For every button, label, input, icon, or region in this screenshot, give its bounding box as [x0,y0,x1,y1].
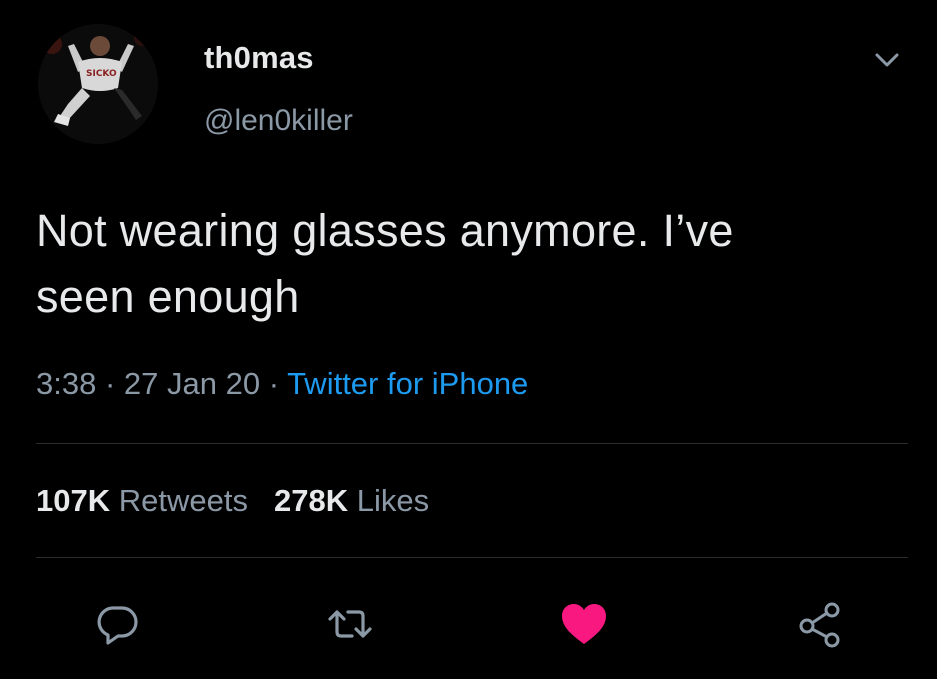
tweet-text: Not wearing glasses anymore. I’ve seen e… [36,198,916,330]
avatar[interactable]: SICKO [38,24,158,144]
user-handle[interactable]: @len0killer [204,104,353,138]
tweet-text-line: seen enough [36,271,300,322]
share-icon [799,602,840,648]
retweet-button[interactable] [326,600,374,648]
reply-icon [97,606,138,645]
retweets-stat[interactable]: 107K Retweets [36,483,248,518]
retweets-count: 107K [36,483,111,518]
tweet-text-line: Not wearing glasses anymore. I’ve [36,205,734,256]
chevron-down-icon[interactable] [872,48,902,72]
reply-button[interactable] [94,600,142,648]
divider [36,557,908,558]
meta-separator: · [96,366,124,401]
share-button[interactable] [796,600,844,648]
retweet-icon [328,610,372,638]
likes-stat[interactable]: 278K Likes [274,483,429,518]
meta-separator: · [260,366,288,401]
avatar-image: SICKO [38,24,158,144]
retweets-label: Retweets [118,483,248,518]
tweet-time[interactable]: 3:38 [36,366,96,401]
tweet-stats: 107K Retweets 278K Likes [36,483,429,519]
like-button[interactable] [560,600,608,648]
tweet-meta: 3:38 · 27 Jan 20 · Twitter for iPhone [36,366,528,402]
likes-label: Likes [356,483,430,518]
svg-text:SICKO: SICKO [86,69,117,79]
tweet-card: SICKO th0mas @len0killer Not wearing gla… [0,0,937,679]
divider [36,443,908,444]
display-name[interactable]: th0mas [204,40,314,76]
tweet-source-link[interactable]: Twitter for iPhone [287,366,528,401]
tweet-date[interactable]: 27 Jan 20 [124,366,260,401]
heart-icon [562,604,606,644]
likes-count: 278K [273,483,349,518]
